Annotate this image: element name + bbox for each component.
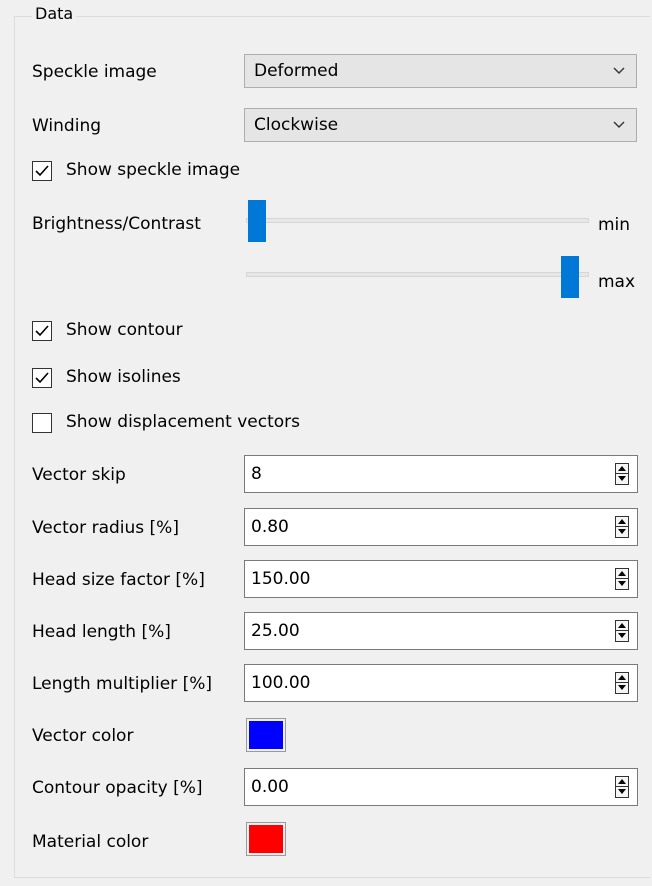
winding-combo[interactable]: Clockwise <box>244 108 637 142</box>
checkmark-icon <box>35 325 49 337</box>
checkbox-box[interactable] <box>32 413 52 433</box>
vector-color-swatch[interactable] <box>246 718 286 752</box>
head-size-factor-spinbox[interactable]: 150.00 <box>244 560 638 598</box>
vector-skip-label: Vector skip <box>32 465 126 485</box>
material-color-swatch[interactable] <box>246 822 286 856</box>
speckle-image-label: Speckle image <box>32 62 157 82</box>
head-size-factor-value: 150.00 <box>251 569 311 589</box>
spin-arrows-icon[interactable] <box>615 776 629 798</box>
chevron-down-icon <box>613 121 625 128</box>
min-label: min <box>598 215 631 235</box>
brightness-max-slider-handle[interactable] <box>561 256 579 298</box>
max-label: max <box>598 272 636 292</box>
head-length-value: 25.00 <box>251 621 300 641</box>
winding-label: Winding <box>32 116 102 136</box>
spin-arrows-icon[interactable] <box>615 463 629 485</box>
vector-color-label: Vector color <box>32 726 134 746</box>
vector-radius-value: 0.80 <box>251 517 289 537</box>
checkbox-box[interactable] <box>32 161 52 181</box>
head-length-label: Head length [%] <box>32 622 171 642</box>
spin-arrows-icon[interactable] <box>615 672 629 694</box>
brightness-min-slider-handle[interactable] <box>248 200 266 242</box>
data-group-frame <box>14 16 650 878</box>
winding-value: Clockwise <box>254 115 339 135</box>
show-isolines-label: Show isolines <box>66 367 181 387</box>
spin-arrows-icon[interactable] <box>615 568 629 590</box>
brightness-max-slider-track[interactable] <box>246 272 589 277</box>
contour-opacity-spinbox[interactable]: 0.00 <box>244 768 638 806</box>
show-contour-label: Show contour <box>66 320 183 340</box>
vector-skip-spinbox[interactable]: 8 <box>244 455 638 493</box>
group-title: Data <box>32 4 77 23</box>
checkbox-box[interactable] <box>32 368 52 388</box>
vector-radius-spinbox[interactable]: 0.80 <box>244 508 638 546</box>
head-size-factor-label: Head size factor [%] <box>32 570 205 590</box>
length-multiplier-label: Length multiplier [%] <box>32 674 212 694</box>
vector-radius-label: Vector radius [%] <box>32 518 179 538</box>
checkmark-icon <box>35 165 49 177</box>
length-multiplier-value: 100.00 <box>251 673 311 693</box>
speckle-image-combo[interactable]: Deformed <box>244 54 637 88</box>
checkmark-icon <box>35 372 49 384</box>
head-length-spinbox[interactable]: 25.00 <box>244 612 638 650</box>
show-speckle-image-label: Show speckle image <box>66 160 241 180</box>
contour-opacity-value: 0.00 <box>251 777 289 797</box>
spin-arrows-icon[interactable] <box>615 516 629 538</box>
vector-skip-value: 8 <box>251 464 262 484</box>
spin-arrows-icon[interactable] <box>615 620 629 642</box>
material-color-label: Material color <box>32 832 149 852</box>
length-multiplier-spinbox[interactable]: 100.00 <box>244 664 638 702</box>
speckle-image-value: Deformed <box>254 61 339 81</box>
brightness-min-slider-track[interactable] <box>246 218 589 223</box>
brightness-contrast-label: Brightness/Contrast <box>32 214 201 234</box>
material-color-fill <box>249 825 283 853</box>
show-displacement-vectors-label: Show displacement vectors <box>66 412 301 432</box>
checkbox-box[interactable] <box>32 321 52 341</box>
vector-color-fill <box>249 721 283 749</box>
contour-opacity-label: Contour opacity [%] <box>32 778 203 798</box>
chevron-down-icon <box>613 67 625 74</box>
